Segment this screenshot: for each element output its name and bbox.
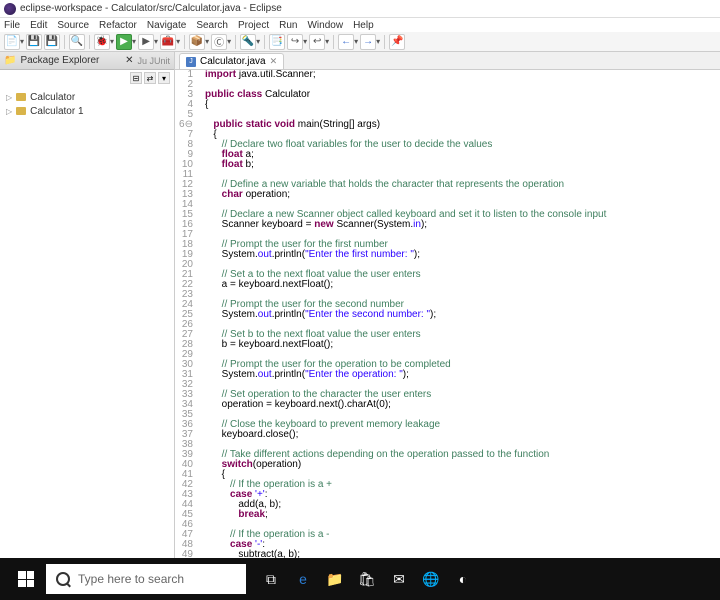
close-icon[interactable]: ✕ (270, 56, 278, 67)
project-tree[interactable]: ▷Calculator▷Calculator 1 (0, 86, 174, 122)
tree-item[interactable]: ▷Calculator 1 (6, 104, 168, 118)
menu-search[interactable]: Search (196, 20, 228, 31)
package-explorer-header[interactable]: 📁 Package Explorer ✕ Ju JUnit (0, 52, 174, 70)
taskbar-search[interactable]: Type here to search (46, 564, 246, 594)
run-icon[interactable]: ▶ (116, 34, 132, 50)
windows-logo-icon (18, 571, 34, 587)
workbench: 📁 Package Explorer ✕ Ju JUnit ⊟ ⇄ ▾ ▷Cal… (0, 52, 720, 558)
new-icon[interactable]: 📄 (4, 34, 20, 50)
window-title: eclipse-workspace - Calculator/src/Calcu… (20, 3, 282, 14)
editor-tab-label: Calculator.java (200, 56, 266, 67)
search-placeholder: Type here to search (78, 572, 184, 586)
start-button[interactable] (6, 558, 46, 600)
title-bar: eclipse-workspace - Calculator/src/Calcu… (0, 0, 720, 18)
menu-project[interactable]: Project (238, 20, 269, 31)
menu-window[interactable]: Window (307, 20, 343, 31)
line-gutter: 123456⊖789101112131415161718192021222324… (175, 70, 199, 558)
package-explorer-title: Package Explorer (20, 55, 121, 66)
new-package-icon[interactable]: 📦 (189, 34, 205, 50)
menu-help[interactable]: Help (353, 20, 374, 31)
new-class-icon[interactable]: Ⓒ (211, 34, 227, 50)
link-editor-icon[interactable]: ⇄ (144, 72, 156, 84)
coverage-icon[interactable]: ▶ (138, 34, 154, 50)
code-text[interactable]: import java.util.Scanner; public class C… (199, 70, 720, 558)
search-icon (56, 572, 70, 586)
open-type-icon[interactable]: 🔍 (69, 34, 85, 50)
save-icon[interactable]: 💾 (26, 34, 42, 50)
save-all-icon[interactable]: 💾 (44, 34, 60, 50)
search-icon[interactable]: 🔦 (240, 34, 256, 50)
menu-source[interactable]: Source (57, 20, 89, 31)
java-file-icon: J (186, 57, 196, 67)
prev-annotation-icon[interactable]: ↩ (309, 34, 325, 50)
edge-icon[interactable]: e (288, 558, 318, 600)
menu-navigate[interactable]: Navigate (147, 20, 186, 31)
explorer-icon[interactable]: 📁 (320, 558, 350, 600)
store-icon[interactable]: 🛍 (352, 558, 382, 600)
ext-tools-icon[interactable]: 🧰 (160, 34, 176, 50)
tab-calculator-java[interactable]: J Calculator.java ✕ (179, 53, 284, 69)
chrome-icon[interactable]: 🌐 (416, 558, 446, 600)
editor-tabs: J Calculator.java ✕ (175, 52, 720, 70)
eclipse-task-icon[interactable]: ◐ (448, 558, 478, 600)
editor-area: J Calculator.java ✕ 123456⊖7891011121314… (175, 52, 720, 558)
next-annotation-icon[interactable]: ↪ (287, 34, 303, 50)
toggle-mark-icon[interactable]: 📑 (269, 34, 285, 50)
code-editor[interactable]: 123456⊖789101112131415161718192021222324… (175, 70, 720, 558)
menu-edit[interactable]: Edit (30, 20, 47, 31)
task-view-icon[interactable]: ⧉ (256, 558, 286, 600)
package-explorer: 📁 Package Explorer ✕ Ju JUnit ⊟ ⇄ ▾ ▷Cal… (0, 52, 175, 558)
menu-file[interactable]: File (4, 20, 20, 31)
collapse-all-icon[interactable]: ⊟ (130, 72, 142, 84)
main-toolbar: 📄▾ 💾 💾 🔍 🐞▾ ▶▾ ▶▾ 🧰▾ 📦▾ Ⓒ▾ 🔦▾ 📑 ↪▾ ↩▾ ←▾… (0, 32, 720, 52)
back-icon[interactable]: ← (338, 34, 354, 50)
pin-icon[interactable]: 📌 (389, 34, 405, 50)
tree-item[interactable]: ▷Calculator (6, 90, 168, 104)
debug-icon[interactable]: 🐞 (94, 34, 110, 50)
windows-taskbar: Type here to search ⧉ e 📁 🛍 ✉ 🌐 ◐ (0, 558, 720, 600)
menu-run[interactable]: Run (279, 20, 297, 31)
eclipse-icon (4, 3, 16, 15)
forward-icon[interactable]: → (360, 34, 376, 50)
menu-refactor[interactable]: Refactor (99, 20, 137, 31)
view-menu-icon[interactable]: ▾ (158, 72, 170, 84)
menu-bar: File Edit Source Refactor Navigate Search Proj… (0, 18, 720, 32)
mail-icon[interactable]: ✉ (384, 558, 414, 600)
